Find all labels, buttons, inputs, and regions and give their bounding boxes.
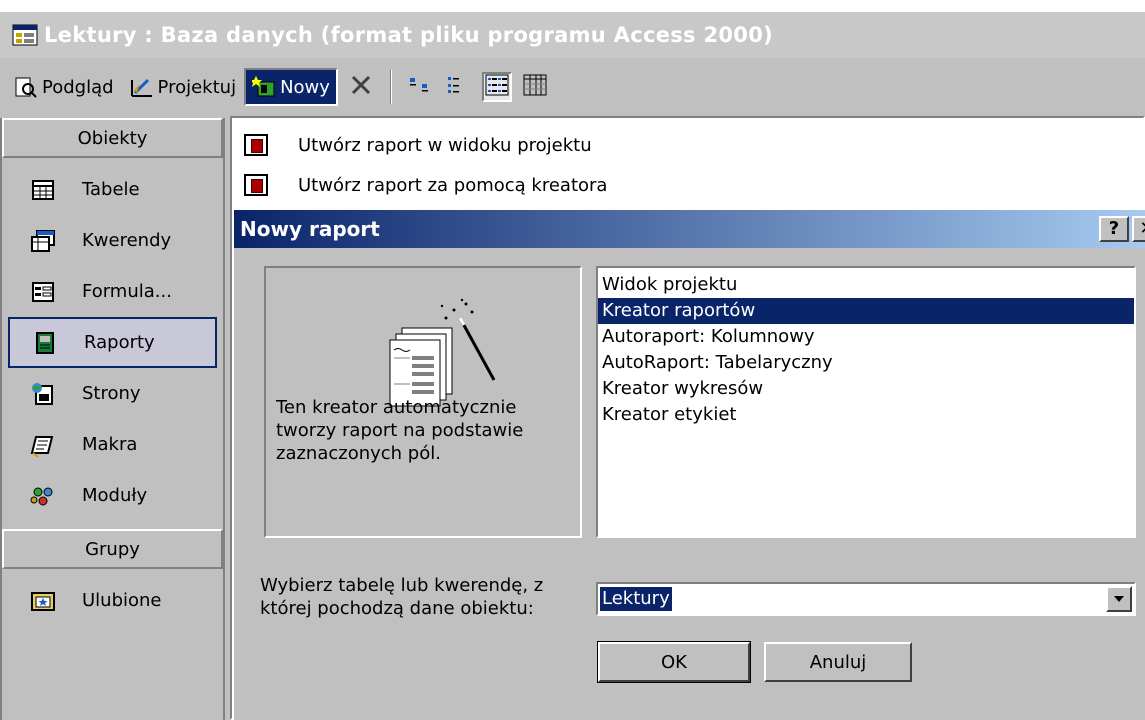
magnifier-icon	[14, 76, 38, 98]
report-wizard-icon	[244, 174, 268, 196]
details-view-button[interactable]	[520, 72, 550, 102]
sidebar-item-tables[interactable]: Tabele	[8, 164, 217, 215]
toolbar-separator	[389, 70, 392, 104]
sidebar-item-label: Kwerendy	[82, 230, 172, 251]
list-option[interactable]: Widok projektu	[598, 272, 1134, 298]
preview-label: Podgląd	[42, 76, 114, 98]
query-icon	[30, 229, 56, 253]
new-button[interactable]: Nowy	[244, 68, 338, 106]
list-option-selected[interactable]: Kreator raportów	[598, 298, 1134, 324]
cancel-label: Anuluj	[809, 651, 867, 673]
sidebar-item-pages[interactable]: Strony	[8, 368, 217, 419]
dialog-title-bar[interactable]: Nowy raport ? ✕	[234, 210, 1145, 248]
sidebar-item-modules[interactable]: Moduły	[8, 470, 217, 521]
report-type-list[interactable]: Widok projektu Kreator raportów Autorapo…	[596, 266, 1136, 538]
page-icon	[30, 382, 56, 406]
close-button[interactable]: ✕	[1132, 216, 1145, 242]
wizard-preview: Ten kreator automatycznie tworzy raport …	[264, 266, 582, 538]
favorites-icon	[30, 589, 56, 613]
caption-buttons: ? ✕	[1099, 216, 1145, 242]
objects-bar: Obiekty Tabele Kwerendy Formula... Rapor…	[0, 118, 225, 720]
title-bar: Lektury : Baza danych (format pliku prog…	[0, 0, 1145, 58]
list-option[interactable]: Kreator etykiet	[598, 402, 1134, 428]
sidebar-item-label: Strony	[82, 383, 141, 404]
form-icon	[30, 280, 56, 304]
sidebar-item-queries[interactable]: Kwerendy	[8, 215, 217, 266]
small-icons-icon	[446, 74, 472, 101]
module-icon	[30, 484, 56, 508]
list-option[interactable]: Autoraport: Kolumnowy	[598, 324, 1134, 350]
details-view-icon	[522, 73, 548, 102]
table-icon	[30, 178, 56, 202]
new-report-dialog: Nowy raport ? ✕	[232, 208, 1145, 720]
source-value[interactable]: Lektury	[600, 587, 672, 611]
sidebar-item-label: Ulubione	[82, 590, 162, 611]
list-option[interactable]: Kreator wykresów	[598, 376, 1134, 402]
macro-icon	[30, 433, 56, 458]
window-title: Lektury : Baza danych (format pliku prog…	[44, 23, 774, 47]
chevron-down-icon	[1113, 592, 1125, 606]
list-item-label: Utwórz raport w widoku projektu	[298, 134, 592, 156]
list-view-icon	[484, 73, 510, 102]
ok-button[interactable]: OK	[597, 641, 751, 683]
source-label: Wybierz tabelę lub kwerendę, z której po…	[260, 575, 544, 619]
list-item[interactable]: Utwórz raport w widoku projektu	[244, 130, 592, 160]
list-item-label: Utwórz raport za pomocą kreatora	[298, 174, 608, 196]
close-icon: ✕	[1139, 220, 1145, 238]
large-icons-icon	[408, 74, 434, 101]
design-button[interactable]: Projektuj	[126, 68, 241, 106]
list-view-button[interactable]	[481, 72, 512, 102]
groups-header[interactable]: Grupy	[2, 529, 223, 569]
wizard-description: Ten kreator automatycznie tworzy raport …	[276, 397, 524, 464]
sidebar-item-forms[interactable]: Formula...	[8, 266, 217, 317]
help-button[interactable]: ?	[1099, 216, 1129, 242]
new-label: Nowy	[280, 76, 330, 98]
preview-button[interactable]: Podgląd	[10, 68, 118, 106]
sidebar-item-favorites[interactable]: Ulubione	[8, 575, 217, 626]
sidebar-item-label: Makra	[82, 434, 138, 455]
design-ruler-icon	[130, 76, 154, 98]
small-icons-button[interactable]	[444, 72, 474, 102]
large-icons-button[interactable]	[406, 72, 436, 102]
sidebar-item-macros[interactable]: Makra	[8, 419, 217, 470]
list-item[interactable]: Utwórz raport za pomocą kreatora	[244, 170, 607, 200]
sidebar-item-label: Formula...	[82, 281, 172, 302]
new-star-icon	[250, 76, 276, 98]
sidebar-item-label: Tabele	[82, 179, 140, 200]
source-combobox[interactable]: Lektury	[596, 582, 1136, 616]
database-icon	[12, 22, 40, 48]
sidebar-item-reports[interactable]: Raporty	[8, 317, 217, 368]
sidebar-item-label: Moduły	[82, 485, 148, 506]
help-icon: ?	[1108, 218, 1120, 239]
report-icon	[32, 331, 58, 355]
design-label: Projektuj	[157, 76, 237, 98]
list-option[interactable]: AutoRaport: Tabelaryczny	[598, 350, 1134, 376]
cancel-button[interactable]: Anuluj	[764, 642, 912, 682]
report-design-icon	[244, 134, 268, 156]
objects-header[interactable]: Obiekty	[2, 118, 223, 158]
ok-label: OK	[661, 651, 687, 673]
toolbar: Podgląd Projektuj Nowy	[0, 58, 1145, 116]
sidebar-item-label: Raporty	[84, 332, 155, 353]
dialog-title: Nowy raport	[240, 217, 380, 241]
delete-button[interactable]	[346, 72, 376, 102]
delete-x-icon	[349, 73, 373, 102]
dropdown-button[interactable]	[1106, 586, 1132, 612]
